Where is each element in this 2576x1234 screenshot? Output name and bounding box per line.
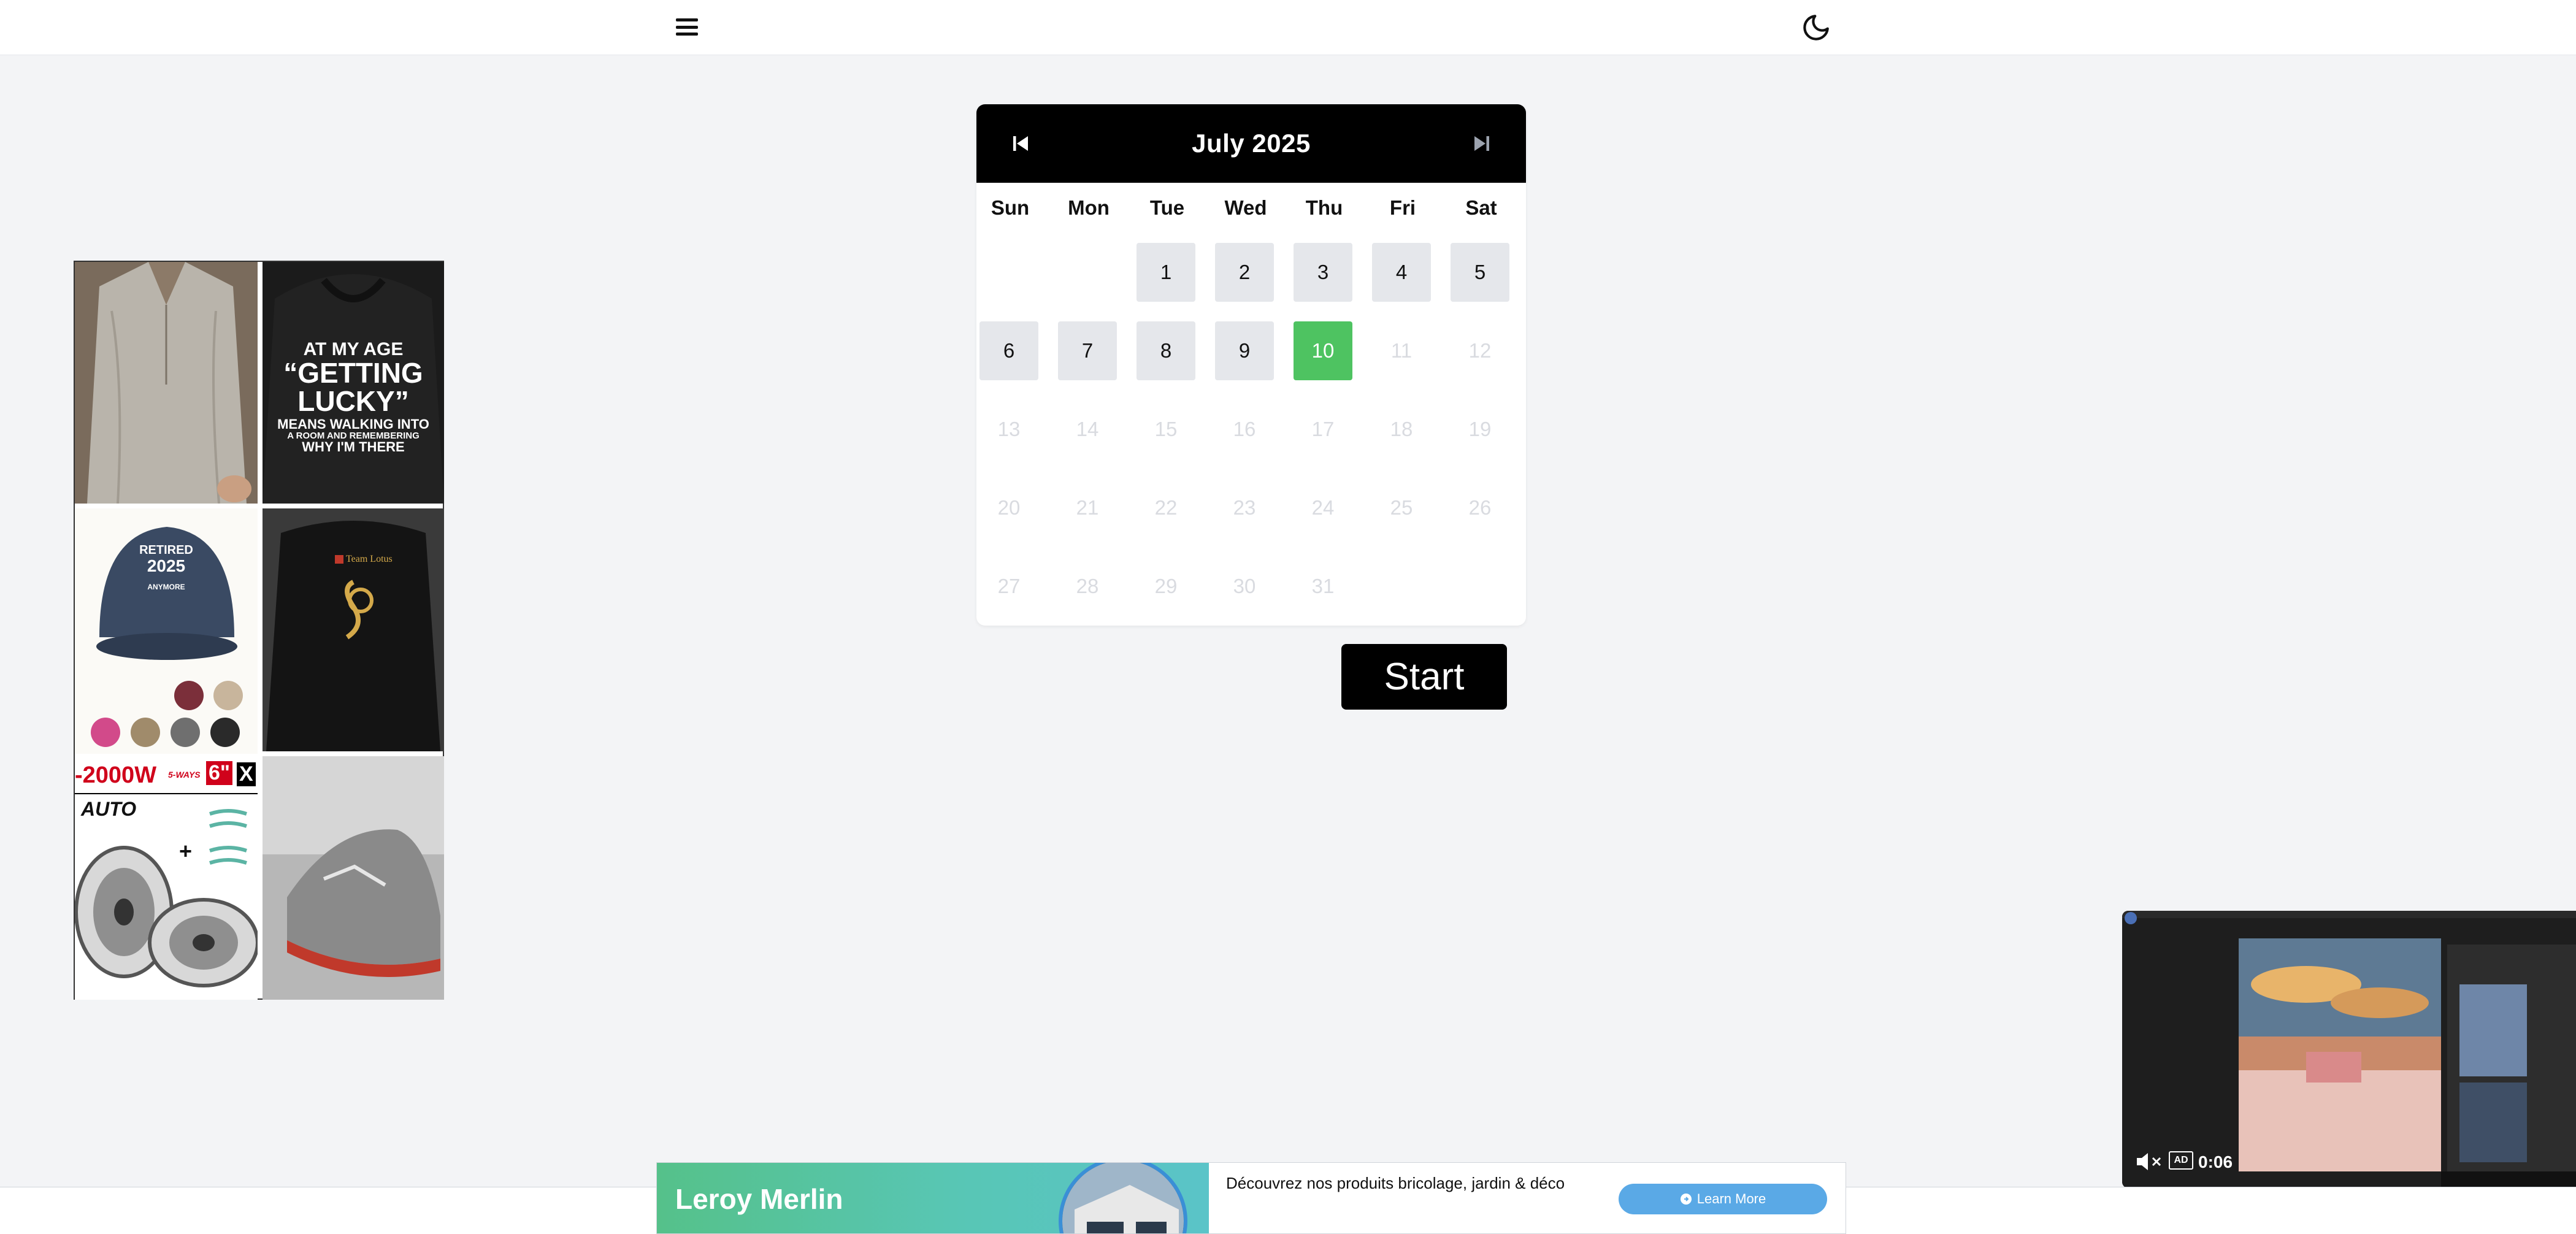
learn-more-button[interactable]: Learn More [1619,1184,1827,1214]
cap-text-retired: RETIRED [139,543,193,557]
video-time: 0:06 [2198,1152,2233,1171]
moon-icon[interactable] [1801,12,1831,43]
product-ad-grid[interactable]: AT MY AGE “GETTING LUCKY” MEANS WALKING … [74,261,444,1000]
day-18: 18 [1390,418,1413,440]
day-16: 16 [1233,418,1256,440]
ad-tile-sneakers[interactable] [263,756,444,1000]
hoodie-text-line-1: AT MY AGE [303,339,404,359]
day-13: 13 [997,418,1021,440]
day-22: 22 [1154,496,1178,519]
day-31: 31 [1311,575,1335,597]
day-15: 15 [1154,418,1178,440]
speaker-text-auto: AUTO [81,798,137,820]
calendar: July 2025 Sun Mon Tue Wed Thu Fri Sat 12345678… [976,104,1526,626]
day-29: 29 [1154,575,1178,597]
hoodie-text-line-4: MEANS WALKING INTO [277,416,429,432]
arrow-circle-icon [1680,1194,1692,1205]
day-30: 30 [1233,575,1256,597]
day-17: 17 [1311,418,1335,440]
cap-text-anymore: ANYMORE [147,583,185,592]
day-24: 24 [1311,496,1335,519]
day-27: 27 [997,575,1021,597]
hoodie-text-line-3: LUCKY” [297,385,409,417]
learn-more-label: Learn More [1696,1191,1766,1206]
day-14: 14 [1076,418,1099,440]
day-19: 19 [1468,418,1492,440]
day-23: 23 [1233,496,1256,519]
muted-speaker-icon[interactable] [2136,1151,2163,1172]
banner-text: Découvrez nos produits bricolage, jardin… [1226,1174,1565,1192]
day-10[interactable]: 10 [1294,321,1352,380]
ad-tile-hoodie[interactable]: AT MY AGE “GETTING LUCKY” MEANS WALKING … [263,262,444,504]
hoodie-text-line-6: WHY I'M THERE [302,439,405,454]
ad-tile-lotus-jacket[interactable]: Team Lotus [263,508,444,751]
speaker-text-plus: + [179,838,193,864]
hoodie-text-line-2: “GETTING [283,357,423,389]
ad-badge: AD [2169,1151,2193,1170]
ad-tile-linen-shirt[interactable] [75,262,258,504]
day-12: 12 [1468,339,1492,362]
day-28: 28 [1076,575,1099,597]
speaker-text-x: X [237,762,256,786]
start-button[interactable]: Start [1341,644,1507,710]
cap-text-year: 2025 [147,556,186,575]
day-8[interactable]: 8 [1137,321,1195,380]
speaker-text-size: 6" [206,761,233,785]
ad-tile-retired-cap[interactable]: RETIRED 2025 ANYMORE [75,508,258,754]
day-26: 26 [1468,496,1492,519]
day-4[interactable]: 4 [1372,243,1431,302]
video-ad-player[interactable]: AD 0:06 [2122,911,2576,1188]
ad-tile-car-speakers[interactable]: -2000W 5-WAYS 6" X AUTO + [75,759,258,1000]
day-2[interactable]: 2 [1215,243,1274,302]
day-11: 11 [1390,339,1413,362]
day-21: 21 [1076,496,1099,519]
day-3[interactable]: 3 [1294,243,1352,302]
day-1[interactable]: 1 [1137,243,1195,302]
speaker-text-ways: 5-WAYS [168,770,201,780]
jacket-text: Team Lotus [346,554,393,564]
day-9[interactable]: 9 [1215,321,1274,380]
leroy-merlin-banner[interactable]: Leroy Merlin Découvrez nos produits bric… [656,1162,1846,1234]
banner-brand: Leroy Merlin [675,1183,843,1215]
hamburger-menu-icon[interactable] [673,15,700,39]
top-bar [0,0,2576,55]
speaker-text-power: -2000W [75,762,157,788]
day-5[interactable]: 5 [1451,243,1509,302]
day-25: 25 [1390,496,1413,519]
day-6[interactable]: 6 [979,321,1038,380]
day-20: 20 [997,496,1021,519]
day-7[interactable]: 7 [1058,321,1117,380]
day-grid: 1 2 3 4 5 6 7 8 9 10 11 12 13 14 15 16 17 18 19 20 21 22 23 24 2… [976,104,1526,626]
